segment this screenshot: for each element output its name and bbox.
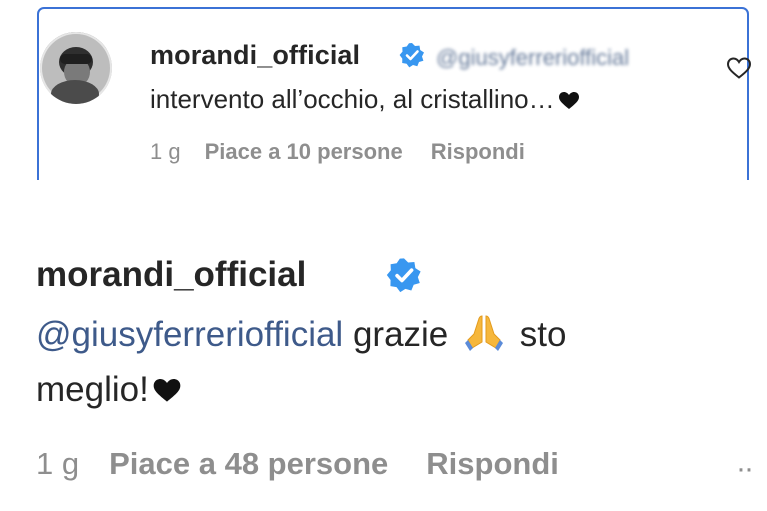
verified-badge-icon	[386, 257, 422, 298]
reply-text-continued: meglio!	[36, 370, 149, 409]
comment-username[interactable]: morandi_official	[150, 40, 360, 71]
reply-meta: 1 g Piace a 48 persone Rispondi	[36, 446, 597, 482]
reply-time: 1 g	[36, 446, 80, 481]
comment-meta: 1 g Piace a 10 persone Rispondi	[150, 139, 553, 165]
black-heart-icon	[153, 372, 181, 412]
reply-text-line1: @giusyferreriofficial grazie sto	[36, 312, 566, 361]
reply-likes-count-link[interactable]: Piace a 48 persone	[109, 446, 388, 481]
reply-text: grazie	[343, 315, 458, 354]
heart-outline-icon[interactable]	[726, 56, 752, 85]
reply-username[interactable]: morandi_official	[36, 255, 306, 295]
comment-time: 1 g	[150, 139, 181, 164]
black-heart-icon	[558, 86, 579, 117]
reply-button[interactable]: Rispondi	[426, 446, 559, 481]
likes-count-link[interactable]: Piace a 10 persone	[205, 139, 403, 164]
comment-text: intervento all’occhio, al cristallino…	[150, 84, 579, 117]
reply-button[interactable]: Rispondi	[431, 139, 525, 164]
reply-text-end: sto	[510, 315, 567, 354]
card-crop-mask	[0, 180, 767, 220]
avatar[interactable]	[40, 32, 112, 104]
comment-thread: morandi_official @giusyferreriofficial i…	[0, 0, 767, 511]
more-options-icon[interactable]: ··	[736, 452, 754, 486]
mention-link[interactable]: @giusyferreriofficial	[36, 315, 343, 354]
reply-text-line2: meglio!	[36, 370, 181, 412]
folded-hands-emoji	[462, 312, 506, 361]
verified-badge-icon	[399, 42, 425, 73]
redacted-mention[interactable]: @giusyferreriofficial	[436, 45, 682, 71]
